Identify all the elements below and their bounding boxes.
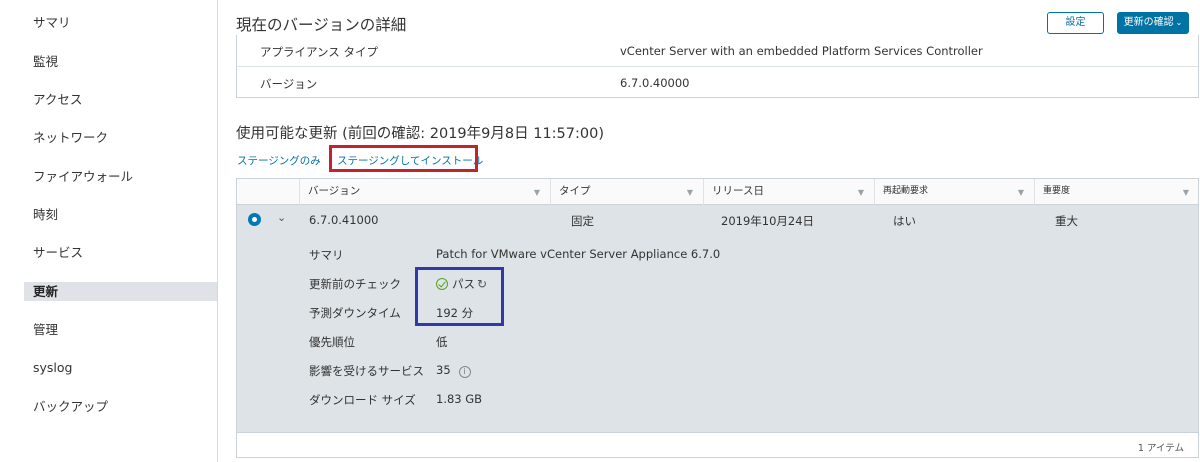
filter-icon[interactable]: ▼ [534,180,540,205]
check-updates-button[interactable]: 更新の確認 ⌄ [1117,12,1189,34]
downtime-label: 予測ダウンタイム [309,306,401,320]
filter-icon[interactable]: ▼ [1018,180,1024,205]
affected-services-value: 35 [436,363,451,377]
sidebar: サマリ 監視 アクセス ネットワーク ファイアウォール 時刻 サービス 更新 管… [0,0,218,462]
selected-update-row[interactable]: ⌄ 6.7.0.41000 固定 2019年10月24日 はい 重大 サマリ P… [237,205,1198,432]
sidebar-item-backup[interactable]: バックアップ [24,397,217,416]
sidebar-item-time[interactable]: 時刻 [24,205,217,224]
settings-button[interactable]: 設定 [1047,12,1104,34]
highlight-box-blue [415,267,504,326]
column-header-reboot-required[interactable]: 再起動要求 ▼ [874,179,1034,205]
cell-release-date: 2019年10月24日 [721,214,815,228]
affected-services: 35 i [436,363,471,378]
column-reboot-label: 再起動要求 [883,186,929,196]
precheck-label: 更新前のチェック [309,277,401,291]
version-label: バージョン [260,77,318,91]
sidebar-item-firewall[interactable]: ファイアウォール [24,167,217,186]
current-version-table: アプライアンス タイプ vCenter Server with an embed… [236,35,1199,98]
appliance-type-value: vCenter Server with an embedded Platform… [620,44,983,58]
column-type-label: タイプ [559,185,591,197]
summary-value: Patch for VMware vCenter Server Applianc… [436,247,721,261]
cell-type: 固定 [571,214,594,228]
download-size-label: ダウンロード サイズ [309,393,416,407]
priority-label: 優先順位 [309,335,355,349]
info-row-version: バージョン 6.7.0.40000 [237,66,1198,97]
row-select-radio[interactable] [248,213,261,226]
download-size-value: 1.83 GB [436,392,483,406]
info-row-appliance-type: アプライアンス タイプ vCenter Server with an embed… [237,35,1198,66]
chevron-down-icon: ⌄ [1175,18,1183,27]
cell-version: 6.7.0.41000 [309,213,379,227]
sidebar-item-access[interactable]: アクセス [24,90,217,109]
filter-icon[interactable]: ▼ [1183,180,1189,205]
item-count: 1 アイテム [1137,443,1184,454]
sidebar-item-monitor[interactable]: 監視 [24,52,217,71]
column-version-label: バージョン [308,185,361,197]
priority-value: 低 [436,335,448,349]
sidebar-item-update[interactable]: 更新 [24,282,217,301]
filter-icon[interactable]: ▼ [858,180,864,205]
cell-severity: 重大 [1055,214,1078,228]
available-updates-title: 使用可能な更新 (前回の確認: 2019年9月8日 11:57:00) [236,126,604,142]
sidebar-item-services[interactable]: サービス [24,243,217,262]
sidebar-item-syslog[interactable]: syslog [24,358,217,377]
column-header-type[interactable]: タイプ ▼ [550,179,703,205]
highlight-box-red [329,145,478,172]
sidebar-item-network[interactable]: ネットワーク [24,128,217,147]
sidebar-item-administration[interactable]: 管理 [24,320,217,339]
appliance-type-label: アプライアンス タイプ [260,45,378,59]
summary-label: サマリ [309,248,344,262]
column-header-severity[interactable]: 重要度 ▼ [1034,179,1199,205]
info-icon[interactable]: i [458,366,471,378]
column-header-version[interactable]: バージョン ▼ [299,179,550,205]
filter-icon[interactable]: ▼ [687,180,693,205]
updates-datagrid: バージョン ▼ タイプ ▼ リリース日 ▼ 再起動要求 ▼ 重要度 ▼ ⌄ 6.… [236,178,1199,458]
datagrid-header: バージョン ▼ タイプ ▼ リリース日 ▼ 再起動要求 ▼ 重要度 ▼ [237,179,1198,205]
column-release-date-label: リリース日 [712,185,764,197]
version-value: 6.7.0.40000 [620,76,690,90]
datagrid-footer: 1 アイテム [237,432,1198,458]
affected-services-label: 影響を受けるサービス [309,364,424,378]
page-title: 現在のバージョンの詳細 [236,16,407,34]
check-updates-label: 更新の確認 [1123,17,1174,28]
expand-chevron-icon[interactable]: ⌄ [277,211,286,224]
sidebar-item-summary[interactable]: サマリ [24,13,217,32]
column-severity-label: 重要度 [1043,186,1071,196]
column-header-release-date[interactable]: リリース日 ▼ [703,179,874,205]
stage-only-link[interactable]: ステージングのみ [237,153,321,168]
cell-reboot-required: はい [893,214,916,228]
